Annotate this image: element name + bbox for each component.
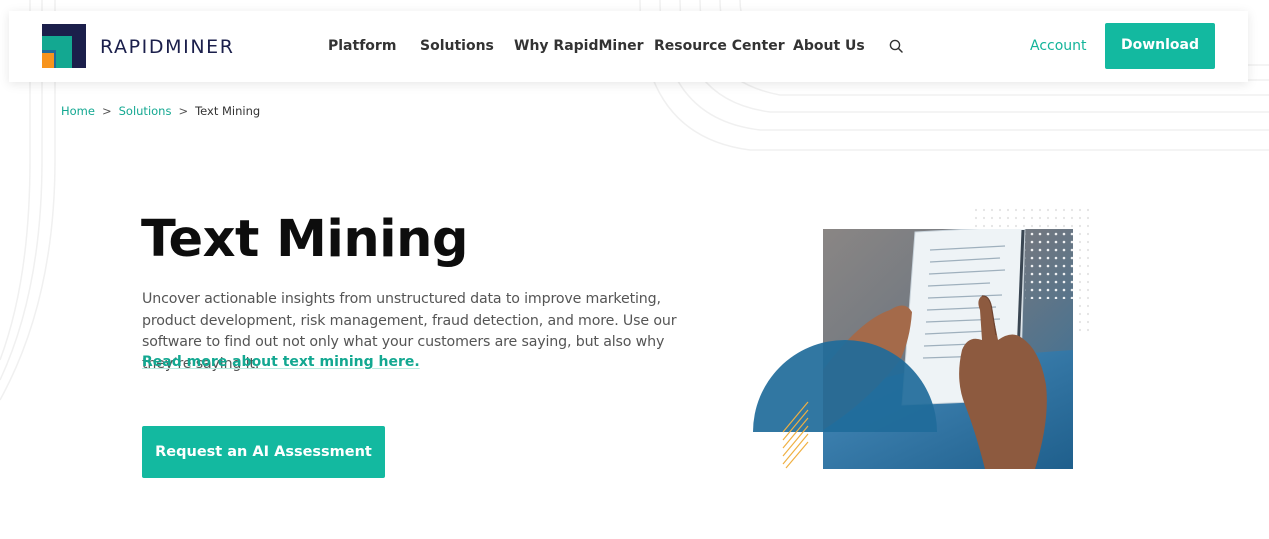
rapidminer-logo-icon[interactable]	[42, 24, 86, 68]
hero-illustration	[753, 205, 1094, 469]
nav-item-about-us[interactable]: About Us	[793, 38, 865, 54]
request-ai-assessment-button[interactable]: Request an AI Assessment	[142, 426, 385, 478]
breadcrumb-solutions[interactable]: Solutions	[119, 104, 172, 118]
breadcrumb-separator: >	[101, 104, 112, 118]
breadcrumb-current: Text Mining	[195, 104, 261, 118]
breadcrumb-home[interactable]: Home	[61, 104, 95, 118]
nav-item-resource-center[interactable]: Resource Center	[654, 38, 785, 54]
account-link[interactable]: Account	[1030, 38, 1087, 54]
download-button[interactable]: Download	[1105, 23, 1215, 69]
breadcrumb-separator: >	[178, 104, 189, 118]
breadcrumb: Home > Solutions > Text Mining	[61, 104, 260, 118]
nav-item-platform[interactable]: Platform	[328, 38, 396, 54]
brand-name[interactable]: RAPIDMINER	[100, 36, 235, 58]
nav-item-why-rapidminer[interactable]: Why RapidMiner	[514, 38, 644, 54]
search-icon[interactable]	[889, 39, 903, 53]
nav-item-solutions[interactable]: Solutions	[420, 38, 494, 54]
read-more-link[interactable]: Read more about text mining here.	[142, 354, 420, 370]
top-navbar: RAPIDMINER Platform Solutions Why RapidM…	[9, 11, 1248, 82]
page-title: Text Mining	[141, 210, 468, 269]
